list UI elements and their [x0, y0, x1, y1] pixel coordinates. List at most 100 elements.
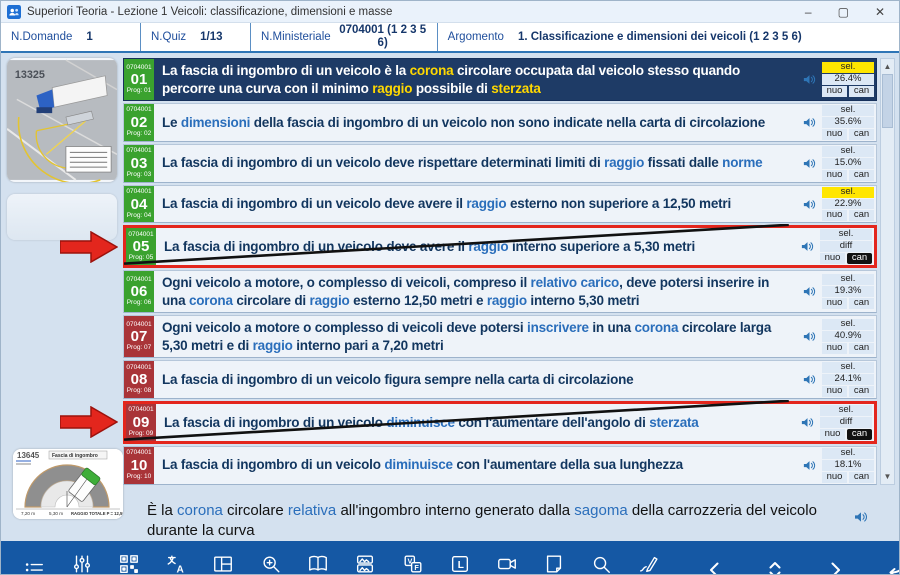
sel-button[interactable]: sel.	[820, 405, 872, 416]
sel-button[interactable]: sel.	[822, 319, 874, 330]
speaker-icon[interactable]	[798, 271, 820, 312]
question-badge: 0704001 01 Prog: 01	[124, 59, 154, 100]
field-argomento: Argomento 1. Classificazione e dimension…	[438, 23, 899, 51]
maximize-button[interactable]: ▢	[838, 2, 849, 22]
speaker-icon[interactable]	[798, 104, 820, 141]
speaker-icon[interactable]	[796, 228, 818, 265]
toolbar-ricerca-button[interactable]: Ricerca	[582, 553, 620, 575]
nuo-button[interactable]: nuo	[822, 386, 847, 397]
nuo-button[interactable]: nuo	[822, 129, 847, 140]
speaker-icon[interactable]	[796, 404, 818, 441]
speaker-icon[interactable]	[798, 59, 820, 100]
can-button[interactable]: can	[849, 298, 874, 309]
can-button[interactable]: can	[849, 129, 874, 140]
bottom-image-code: 13645	[17, 451, 40, 460]
sel-button[interactable]: sel.	[822, 362, 874, 373]
toolbar-listato-button[interactable]: L Listato	[441, 553, 479, 575]
toolbar-disegno-button[interactable]: Disegno	[629, 553, 667, 575]
answer-image-thumbnail[interactable]: 13645 Fascia di ingombro 7,20 m 5,	[13, 449, 123, 519]
speaker-icon[interactable]	[798, 186, 820, 223]
question-row[interactable]: 0704001 08 Prog: 08 La fascia di ingombr…	[123, 360, 877, 399]
toolbar-integrativi-button[interactable]: Integrativi	[346, 553, 385, 575]
nuo-button[interactable]: nuo	[822, 170, 847, 181]
speaker-icon[interactable]	[798, 145, 820, 182]
toolbar-zoom-button[interactable]: Zoom	[252, 553, 290, 575]
question-badge: 0704001 03 Prog: 03	[124, 145, 154, 182]
question-text: La fascia di ingombro di un veicolo figu…	[154, 368, 798, 392]
can-button[interactable]: can	[847, 429, 872, 440]
zoom-in-icon	[260, 553, 282, 575]
can-button[interactable]: can	[849, 386, 874, 397]
question-row[interactable]: 0704001 04 Prog: 04 La fascia di ingombr…	[123, 185, 877, 224]
quiz-header: N.Domande 1 N.Quiz 1/13 N.Ministeriale 0…	[1, 23, 899, 53]
toolbar-webcam-button[interactable]: Webcam	[488, 553, 526, 575]
question-text: Ogni veicolo a motore, o complesso di ve…	[154, 271, 798, 312]
speaker-icon[interactable]	[798, 447, 820, 484]
toolbar-tabellone-button[interactable]: Tabellone	[204, 553, 243, 575]
sel-button[interactable]: sel.	[822, 146, 874, 157]
question-badge: 0704001 02 Prog: 02	[124, 104, 154, 141]
toolbar-configura-button[interactable]: Configura	[62, 553, 101, 575]
sel-button[interactable]: sel.	[822, 187, 874, 198]
nuo-button[interactable]: nuo	[822, 210, 847, 221]
speaker-icon[interactable]	[798, 316, 820, 357]
question-number: 02	[131, 115, 148, 130]
question-row[interactable]: 0704001 05 Prog: 05 La fascia di ingombr…	[123, 225, 877, 268]
toolbar-lingua-button[interactable]: A Lingua	[157, 553, 195, 575]
can-button[interactable]: can	[849, 170, 874, 181]
question-row[interactable]: 0704001 06 Prog: 06 Ogni veicolo a motor…	[123, 270, 877, 313]
toolbar-return-arrow-button[interactable]	[876, 558, 900, 575]
toolbar-menu-list-button[interactable]	[15, 559, 53, 575]
scrollbar-thumb[interactable]	[882, 74, 893, 128]
scroll-down-icon[interactable]: ▼	[881, 470, 894, 484]
can-button[interactable]: can	[849, 210, 874, 221]
nuo-button[interactable]: nuo	[822, 343, 847, 354]
question-row[interactable]: 0704001 01 Prog: 01 La fascia di ingombr…	[123, 58, 877, 101]
minimize-button[interactable]: –	[805, 2, 812, 22]
can-button[interactable]: can	[849, 86, 874, 97]
field-n-ministeriale: N.Ministeriale 0704001 (1 2 3 5 6)	[251, 23, 438, 51]
field-n-quiz: N.Quiz 1/13	[141, 23, 251, 51]
question-number: 09	[133, 415, 150, 430]
sel-button[interactable]: sel.	[822, 62, 874, 73]
sel-button[interactable]: sel.	[822, 105, 874, 116]
n-ministeriale-value: 0704001 (1 2 3 5 6)	[339, 24, 427, 49]
nuo-button[interactable]: nuo	[820, 253, 845, 264]
can-button[interactable]: can	[849, 472, 874, 483]
svg-text:A: A	[176, 564, 184, 575]
question-row[interactable]: 0704001 07 Prog: 07 Ogni veicolo a motor…	[123, 315, 877, 358]
toolbar-chevron-right-button[interactable]	[816, 558, 854, 575]
can-button[interactable]: can	[849, 343, 874, 354]
question-text: La fascia di ingombro di un veicolo dimi…	[154, 453, 798, 477]
pointer-arrow-icon	[60, 406, 118, 438]
question-stats: sel. 40.9% nuo can	[820, 316, 876, 357]
question-row[interactable]: 0704001 10 Prog: 10 La fascia di ingombr…	[123, 446, 877, 485]
toolbar-quiz-button[interactable]: VF Quiz	[394, 553, 432, 575]
nuo-button[interactable]: nuo	[822, 472, 847, 483]
toolbar-note-button[interactable]: Note	[535, 553, 573, 575]
selection-value: 19.3%	[822, 286, 874, 297]
scroll-up-icon[interactable]: ▲	[881, 59, 894, 73]
nuo-button[interactable]: nuo	[820, 429, 845, 440]
question-image-thumbnail[interactable]: 13325	[7, 58, 117, 182]
close-button[interactable]: ✕	[875, 2, 885, 22]
answer-speaker-icon[interactable]	[837, 501, 869, 531]
selection-value: 24.1%	[822, 374, 874, 385]
question-row[interactable]: 0704001 09 Prog: 09 La fascia di ingombr…	[123, 401, 877, 444]
speaker-icon[interactable]	[798, 361, 820, 398]
progressive-number: Prog: 03	[127, 172, 152, 179]
sel-button[interactable]: sel.	[820, 229, 872, 240]
selection-value: 40.9%	[822, 331, 874, 342]
vertical-scrollbar[interactable]: ▲ ▼	[880, 58, 895, 485]
toolbar-chevron-left-button[interactable]	[696, 558, 734, 575]
nuo-button[interactable]: nuo	[822, 86, 847, 97]
sel-button[interactable]: sel.	[822, 448, 874, 459]
toolbar-up-down-button[interactable]	[756, 558, 794, 575]
can-button[interactable]: can	[847, 253, 872, 264]
toolbar-qr-code-button[interactable]: QR Code	[110, 553, 148, 575]
toolbar-manuale-button[interactable]: Manuale	[299, 553, 337, 575]
sel-button[interactable]: sel.	[822, 274, 874, 285]
question-row[interactable]: 0704001 03 Prog: 03 La fascia di ingombr…	[123, 144, 877, 183]
question-row[interactable]: 0704001 02 Prog: 02 Le dimensioni della …	[123, 103, 877, 142]
nuo-button[interactable]: nuo	[822, 298, 847, 309]
